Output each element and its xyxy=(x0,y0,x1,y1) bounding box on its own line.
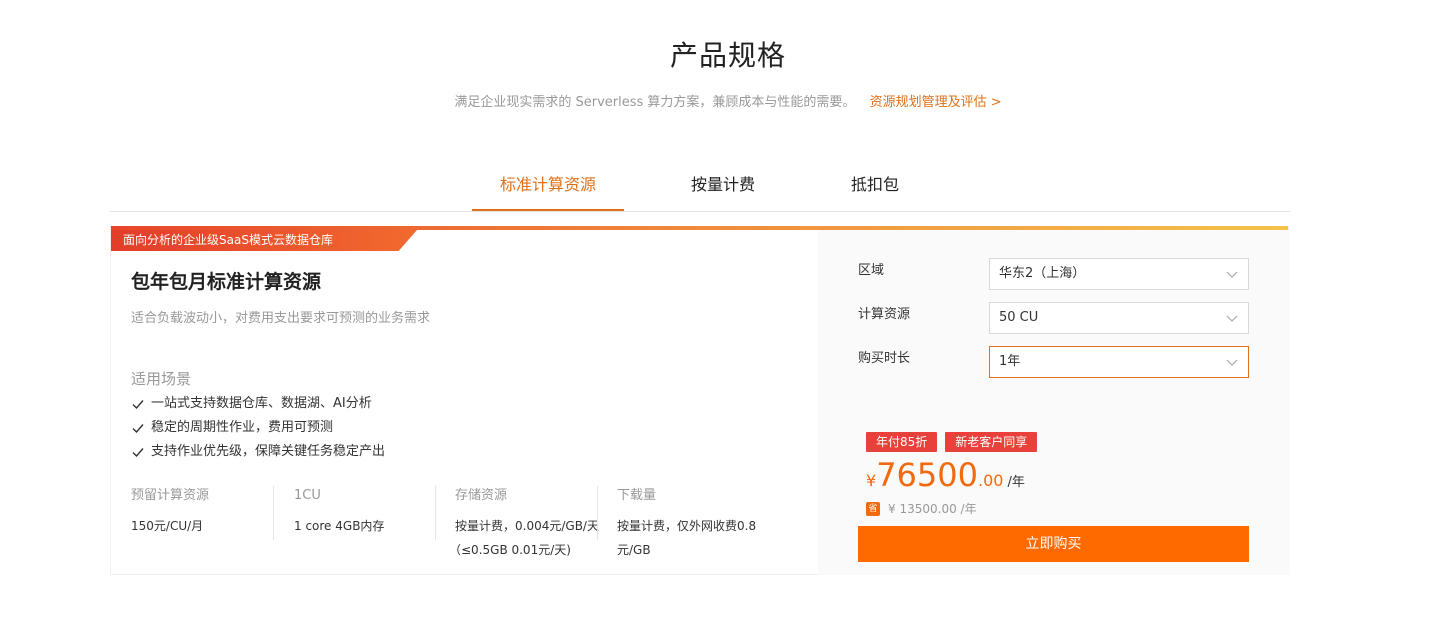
spec-table: 预留计算资源 150元/CU/月 1CU 1 core 4GB内存 存储资源 按… xyxy=(131,486,811,566)
price-integer: 76500 xyxy=(876,456,978,494)
compute-label: 计算资源 xyxy=(858,307,911,322)
region-select[interactable]: 华东2（上海） xyxy=(989,258,1249,290)
price-unit: /年 xyxy=(1007,475,1025,490)
spec-label: 预留计算资源 xyxy=(131,488,210,503)
plan-title: 包年包月标准计算资源 xyxy=(131,271,322,293)
spec-value-2: 元/GB xyxy=(617,543,651,557)
region-label: 区域 xyxy=(858,263,885,278)
compute-select[interactable]: 50 CU xyxy=(989,302,1249,334)
spec-download: 下载量 按量计费，仅外网收费0.8 元/GB xyxy=(617,486,767,566)
scenario-item: 支持作业优先级，保障关键任务稳定产出 xyxy=(131,440,385,464)
spec-label: 1CU xyxy=(294,488,321,503)
duration-row: 购买时长 1年 xyxy=(858,346,1250,378)
region-row: 区域 华东2（上海） xyxy=(858,258,1250,290)
scenario-text: 稳定的周期性作业，费用可预测 xyxy=(151,420,334,435)
savings: 省 ¥ 13500.00 /年 xyxy=(866,500,977,517)
page-subtitle: 满足企业现实需求的 Serverless 算力方案，兼顾成本与性能的需要。 资源… xyxy=(0,91,1456,110)
region-value: 华东2（上海） xyxy=(999,266,1086,281)
duration-select[interactable]: 1年 xyxy=(989,346,1249,378)
compute-row: 计算资源 50 CU xyxy=(858,302,1250,334)
scenario-text: 一站式支持数据仓库、数据湖、AI分析 xyxy=(151,396,372,411)
page-title: 产品规格 xyxy=(669,39,786,72)
scenario-text: 支持作业优先级，保障关键任务稳定产出 xyxy=(151,444,386,459)
chevron-down-icon xyxy=(1226,271,1238,278)
price-currency: ¥ xyxy=(866,471,877,490)
spec-divider xyxy=(435,486,436,540)
discount-badge: 年付85折 xyxy=(866,432,938,452)
spec-reserved-compute: 预留计算资源 150元/CU/月 xyxy=(131,486,271,566)
tab-pay-as-you-go[interactable]: 按量计费 xyxy=(648,165,798,210)
scenario-item: 稳定的周期性作业，费用可预测 xyxy=(131,416,385,440)
tab-standard-compute[interactable]: 标准计算资源 xyxy=(472,165,624,211)
product-card: 面向分析的企业级SaaS模式云数据仓库 包年包月标准计算资源 适合负载波动小，对… xyxy=(110,226,1290,575)
spec-divider xyxy=(597,486,598,540)
savings-icon: 省 xyxy=(866,501,880,516)
discount-badges: 年付85折 新老客户同享 xyxy=(866,432,1045,452)
spec-label: 下载量 xyxy=(617,488,657,503)
spec-value-2: （≤0.5GB 0.01元/天) xyxy=(449,543,571,557)
purchase-panel: 区域 华东2（上海） 计算资源 50 CU 购买时长 1年 年付85折 新老客户… xyxy=(818,230,1290,575)
scenarios-title: 适用场景 xyxy=(131,370,192,388)
spec-value: 按量计费，仅外网收费0.8 xyxy=(617,519,757,533)
price-decimal: .00 xyxy=(977,471,1004,490)
customer-badge: 新老客户同享 xyxy=(945,432,1038,452)
scenario-item: 一站式支持数据仓库、数据湖、AI分析 xyxy=(131,392,385,416)
buy-now-button[interactable]: 立即购买 xyxy=(858,526,1249,562)
duration-label: 购买时长 xyxy=(858,351,911,366)
price: ¥76500.00/年 xyxy=(866,456,1025,494)
spec-divider xyxy=(273,486,274,540)
spec-value: 1 core 4GB内存 xyxy=(294,519,385,533)
savings-text: ¥ 13500.00 /年 xyxy=(888,502,977,516)
tab-deduction-package[interactable]: 抵扣包 xyxy=(800,165,950,210)
page: 产品规格 满足企业现实需求的 Serverless 算力方案，兼顾成本与性能的需… xyxy=(0,0,1456,617)
check-icon xyxy=(131,421,145,435)
plan-details: 包年包月标准计算资源 适合负载波动小，对费用支出要求可预测的业务需求 适用场景 … xyxy=(111,226,818,575)
scenarios-list: 一站式支持数据仓库、数据湖、AI分析 稳定的周期性作业，费用可预测 支持作业优先… xyxy=(131,392,385,464)
check-icon xyxy=(131,445,145,459)
plan-description: 适合负载波动小，对费用支出要求可预测的业务需求 xyxy=(131,311,431,326)
spec-value: 150元/CU/月 xyxy=(131,519,204,533)
compute-value: 50 CU xyxy=(999,310,1039,325)
tab-bar: 标准计算资源 按量计费 抵扣包 xyxy=(110,165,1290,212)
check-icon xyxy=(131,397,145,411)
resource-planning-link[interactable]: 资源规划管理及评估 > xyxy=(870,95,1002,110)
spec-1cu: 1CU 1 core 4GB内存 xyxy=(294,486,434,566)
duration-value: 1年 xyxy=(999,354,1021,369)
chevron-down-icon xyxy=(1226,315,1238,322)
spec-storage: 存储资源 按量计费，0.004元/GB/天 （≤0.5GB 0.01元/天) xyxy=(449,486,605,566)
subtitle-text: 满足企业现实需求的 Serverless 算力方案，兼顾成本与性能的需要。 xyxy=(454,95,856,110)
chevron-down-icon xyxy=(1226,359,1238,366)
spec-label: 存储资源 xyxy=(455,488,508,503)
spec-value: 按量计费，0.004元/GB/天 xyxy=(455,519,599,533)
